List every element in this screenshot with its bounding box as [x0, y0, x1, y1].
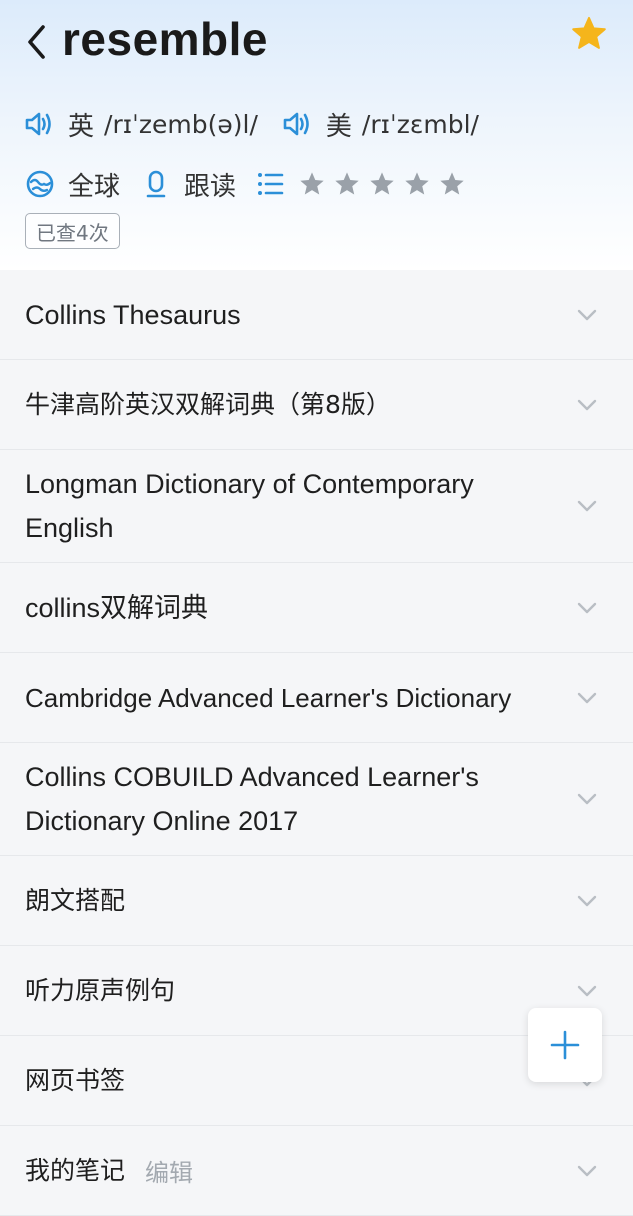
- phonetic-text: /rɪˈzɛmbl/: [361, 109, 479, 139]
- section-label: 听力原声例句: [25, 975, 176, 1005]
- rating-star-icon: [368, 169, 398, 199]
- lookup-count-badge: 已查4次: [25, 213, 120, 249]
- word-rating[interactable]: [256, 169, 473, 199]
- microphone-icon: [140, 168, 172, 200]
- list-icon[interactable]: [256, 169, 286, 199]
- pronunciation-uk[interactable]: 英 /rɪˈzemb(ə)l/: [24, 106, 258, 143]
- global-label: 全球: [68, 171, 121, 202]
- section-collins-bilingual[interactable]: collins双解词典: [0, 563, 633, 653]
- edit-notes-button[interactable]: 编辑: [145, 1153, 193, 1188]
- section-longman-dictionary[interactable]: Longman Dictionary of Contemporary Engli…: [0, 450, 633, 563]
- chevron-down-icon: [577, 981, 597, 1001]
- pronunciation-row: 英 /rɪˈzemb(ə)l/ 美 /rɪˈzɛmbl/: [24, 104, 503, 144]
- section-label: Collins COBUILD Advanced Learner's Dicti…: [25, 762, 479, 836]
- section-label: collins双解词典: [25, 592, 209, 623]
- section-label: 我的笔记: [25, 1155, 126, 1185]
- chevron-down-icon: [577, 688, 597, 708]
- chevron-down-icon: [577, 891, 597, 911]
- section-label: Cambridge Advanced Learner's Dictionary: [25, 682, 512, 713]
- chevron-down-icon: [577, 598, 597, 618]
- pronunciation-region: 美: [325, 111, 352, 142]
- pronunciation-region: 英: [68, 111, 95, 142]
- section-label: 牛津高阶英汉双解词典（第8版）: [25, 389, 391, 419]
- chevron-left-icon: [28, 25, 45, 59]
- rating-star-icon: [333, 169, 363, 199]
- section-collins-thesaurus[interactable]: Collins Thesaurus: [0, 270, 633, 360]
- tool-row: 全球 跟读: [24, 164, 473, 204]
- global-pronunciation-button[interactable]: 全球: [24, 166, 120, 203]
- section-cambridge-advanced[interactable]: Cambridge Advanced Learner's Dictionary: [0, 653, 633, 743]
- section-my-notes[interactable]: 我的笔记 编辑: [0, 1126, 633, 1216]
- pronunciation-us[interactable]: 美 /rɪˈzɛmbl/: [282, 106, 479, 143]
- section-collins-cobuild[interactable]: Collins COBUILD Advanced Learner's Dicti…: [0, 743, 633, 856]
- speaker-icon[interactable]: [282, 108, 314, 140]
- favorite-button[interactable]: [569, 14, 609, 54]
- section-oxford-advanced[interactable]: 牛津高阶英汉双解词典（第8版）: [0, 360, 633, 450]
- section-label: Longman Dictionary of Contemporary Engli…: [25, 469, 474, 543]
- follow-read-label: 跟读: [184, 171, 237, 202]
- section-longman-collocations[interactable]: 朗文搭配: [0, 856, 633, 946]
- chevron-down-icon: [577, 789, 597, 809]
- section-label: 网页书签: [25, 1065, 126, 1095]
- word-header: resemble 英 /rɪˈzemb(ə)l/ 美 /rɪˈzɛmbl/ 全球…: [0, 0, 633, 270]
- chevron-down-icon: [577, 305, 597, 325]
- speaker-icon[interactable]: [24, 108, 56, 140]
- star-icon: [572, 16, 606, 49]
- chevron-down-icon: [577, 496, 597, 516]
- back-button[interactable]: [22, 22, 52, 62]
- globe-icon: [24, 168, 56, 200]
- rating-star-icon: [403, 169, 433, 199]
- chevron-down-icon: [577, 395, 597, 415]
- headword: resemble: [62, 13, 269, 65]
- section-label: 朗文搭配: [25, 885, 126, 915]
- plus-icon: [550, 1030, 580, 1060]
- rating-star-icon: [438, 169, 468, 199]
- rating-star-icon: [298, 169, 328, 199]
- section-label: Collins Thesaurus: [25, 299, 241, 330]
- follow-read-button[interactable]: 跟读: [140, 166, 236, 203]
- add-button[interactable]: [528, 1008, 602, 1082]
- chevron-down-icon: [577, 1161, 597, 1181]
- phonetic-text: /rɪˈzemb(ə)l/: [104, 109, 258, 139]
